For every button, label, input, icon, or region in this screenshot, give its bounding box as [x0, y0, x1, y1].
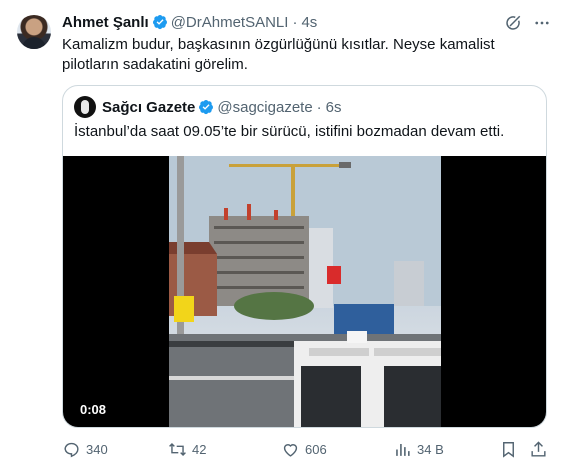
video-duration: 0:08 [80, 402, 107, 417]
verified-badge-icon [199, 100, 214, 115]
reply-button[interactable]: 340 [62, 437, 108, 461]
quoted-tweet[interactable]: Sağcı Gazete @sagcigazete · 6s İstanbul’… [62, 85, 547, 428]
quoted-avatar [74, 96, 96, 118]
retweet-count: 42 [192, 441, 207, 457]
like-count: 606 [305, 441, 327, 457]
more-icon[interactable] [531, 12, 553, 34]
views-button[interactable]: 34 B [393, 437, 444, 461]
grok-icon[interactable] [504, 14, 522, 32]
tweet: Ahmet Şanlı @DrAhmetSANLI · 4s Kamalizm … [0, 0, 569, 475]
video-player[interactable]: 0:08 [63, 156, 546, 427]
retweet-button[interactable]: 42 [168, 437, 206, 461]
action-bar: 340 42 606 34 B [62, 437, 552, 461]
retweet-icon [169, 442, 186, 456]
tweet-time[interactable]: 4s [301, 14, 317, 31]
tweet-text: Kamalizm budur, başkasının özgürlüğünü k… [62, 36, 495, 73]
quoted-text: İstanbul’da saat 09.05’te bir sürücü, is… [74, 123, 505, 140]
author-avatar[interactable] [17, 15, 51, 49]
author-name[interactable]: Ahmet Şanlı [62, 14, 149, 31]
like-icon [283, 443, 298, 457]
video-frame [169, 156, 441, 427]
quoted-header: Sağcı Gazete @sagcigazete · 6s [74, 96, 342, 118]
bookmark-icon [503, 441, 514, 458]
quoted-time: 6s [325, 98, 342, 116]
share-icon [531, 440, 546, 457]
views-icon [396, 443, 410, 456]
separator-dot: · [292, 13, 298, 31]
separator-dot: · [316, 98, 322, 116]
like-button[interactable]: 606 [281, 437, 327, 461]
share-button[interactable] [529, 437, 548, 461]
reply-count: 340 [86, 441, 108, 457]
bookmark-button[interactable] [499, 437, 518, 461]
tweet-header: Ahmet Şanlı @DrAhmetSANLI · 4s [62, 12, 317, 32]
verified-badge-icon [152, 15, 167, 30]
video-scene [169, 156, 441, 427]
quoted-author-handle: @sagcigazete [217, 98, 313, 116]
views-count: 34 B [417, 441, 444, 457]
reply-icon [64, 442, 79, 457]
author-handle[interactable]: @DrAhmetSANLI [171, 14, 289, 31]
quoted-author-name: Sağcı Gazete [102, 98, 196, 116]
